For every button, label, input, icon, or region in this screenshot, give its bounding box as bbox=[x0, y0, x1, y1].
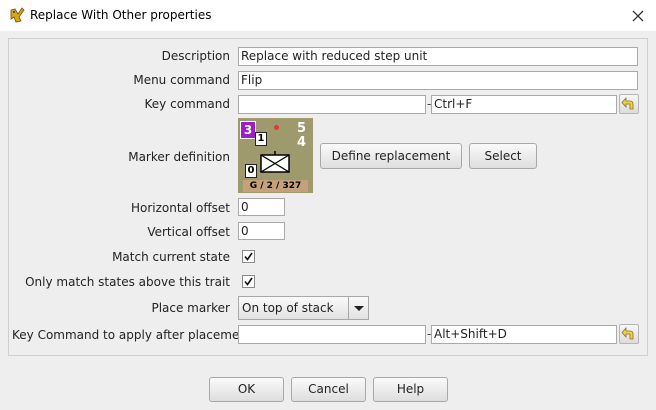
match-current-state-label: Match current state bbox=[112, 250, 230, 264]
counter-unit-id: G / 2 / 327 bbox=[243, 180, 308, 192]
title-bar: Replace With Other properties bbox=[0, 0, 656, 31]
after-placement-keystroke-field[interactable]: Alt+Shift+D bbox=[431, 325, 617, 344]
checkmark-icon bbox=[244, 277, 253, 286]
help-button[interactable]: Help bbox=[373, 377, 448, 402]
undo-arrow-icon bbox=[621, 326, 634, 340]
checkmark-icon bbox=[244, 252, 253, 261]
only-match-states-label: Only match states above this trait bbox=[25, 275, 230, 289]
horizontal-offset-field[interactable]: 0 bbox=[238, 198, 285, 216]
undo-arrow-icon bbox=[621, 96, 634, 110]
place-marker-select[interactable]: On top of stack bbox=[238, 296, 369, 320]
chevron-down-icon[interactable] bbox=[348, 297, 369, 319]
key-command-undo-button[interactable] bbox=[619, 94, 639, 114]
vertical-offset-label: Vertical offset bbox=[147, 225, 230, 239]
place-marker-value: On top of stack bbox=[242, 301, 334, 315]
menu-command-label: Menu command bbox=[133, 73, 230, 87]
counter-red-dot bbox=[274, 125, 279, 130]
key-command-label: Key command bbox=[144, 97, 230, 111]
match-current-state-checkbox[interactable] bbox=[242, 250, 255, 263]
vassal-app-icon bbox=[10, 7, 25, 23]
infantry-symbol-icon bbox=[260, 151, 290, 173]
only-match-states-checkbox[interactable] bbox=[242, 275, 255, 288]
define-replacement-button[interactable]: Define replacement bbox=[320, 143, 462, 169]
key-command-field[interactable] bbox=[238, 95, 426, 114]
after-placement-label: Key Command to apply after placement bbox=[12, 328, 252, 342]
counter-top-right-bottom: 4 bbox=[297, 135, 307, 150]
window-title: Replace With Other properties bbox=[30, 8, 212, 22]
select-button[interactable]: Select bbox=[469, 143, 537, 169]
vertical-offset-field[interactable]: 0 bbox=[238, 222, 285, 240]
marker-preview-counter: 3 1 5 4 0 G / 2 / 327 bbox=[238, 118, 313, 193]
key-command-keystroke-field[interactable]: Ctrl+F bbox=[431, 95, 617, 114]
counter-top-right-top: 5 bbox=[297, 121, 307, 136]
description-label: Description bbox=[161, 49, 230, 63]
close-icon[interactable] bbox=[626, 5, 650, 27]
counter-bottom-left-badge: 0 bbox=[245, 164, 257, 178]
marker-definition-label: Marker definition bbox=[128, 150, 230, 164]
after-placement-undo-button[interactable] bbox=[619, 324, 639, 344]
counter-top-left-badge: 3 bbox=[240, 121, 256, 139]
cancel-button[interactable]: Cancel bbox=[291, 377, 366, 402]
horizontal-offset-label: Horizontal offset bbox=[130, 201, 230, 215]
counter-second-badge: 1 bbox=[255, 132, 267, 146]
menu-command-field[interactable]: Flip bbox=[238, 71, 638, 90]
place-marker-label: Place marker bbox=[151, 301, 230, 315]
after-placement-field[interactable] bbox=[238, 325, 426, 344]
ok-button[interactable]: OK bbox=[209, 377, 284, 402]
description-field[interactable]: Replace with reduced step unit bbox=[238, 47, 638, 66]
